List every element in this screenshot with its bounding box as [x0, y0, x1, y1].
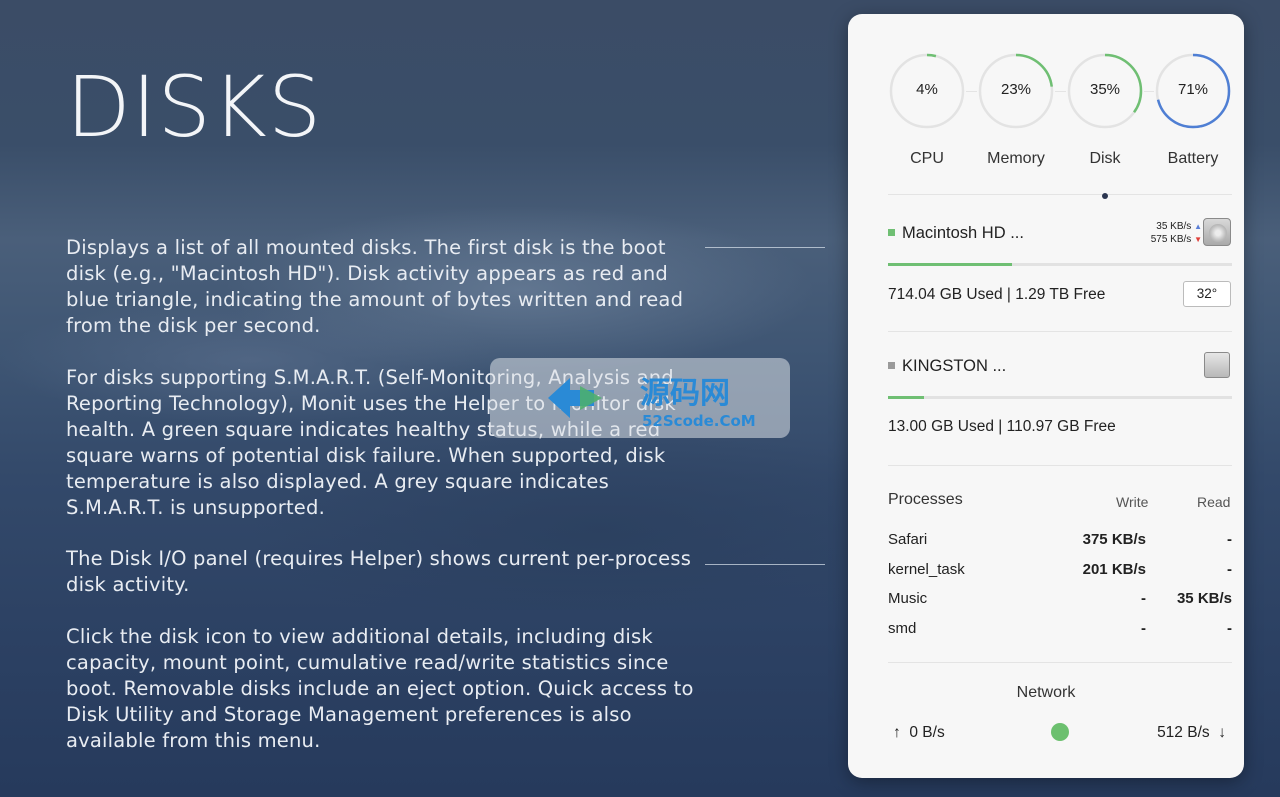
process-row: Music - 35 KB/s: [888, 590, 1232, 612]
read-rate: 35 KB/s: [1156, 221, 1192, 232]
paragraph-disk-list: Displays a list of all mounted disks. Th…: [66, 236, 684, 337]
gauge-value: 35%: [1089, 81, 1121, 98]
gauge-memory[interactable]: 23%: [977, 52, 1055, 130]
gauge-cpu[interactable]: 4%: [888, 52, 966, 130]
disk-usage-bar: [888, 263, 1232, 266]
divider: [888, 194, 1232, 195]
read-triangle-icon: ▲: [1194, 222, 1202, 231]
download-arrow-icon: ↓: [1218, 724, 1226, 741]
disk-activity: 35 KB/s ▲ 575 KB/s ▼: [1118, 220, 1202, 246]
gauge-connector: [1144, 91, 1154, 92]
callout-line: [705, 247, 825, 248]
process-name: Safari: [888, 531, 928, 548]
process-name: kernel_task: [888, 561, 965, 578]
page-indicator-dot[interactable]: [1102, 193, 1108, 199]
disk-usage-bar: [888, 396, 1232, 399]
divider: [888, 465, 1232, 466]
disk-row-macintosh-hd[interactable]: Macintosh HD ...: [888, 224, 1024, 243]
read-column-header: Read: [1197, 494, 1231, 510]
network-upload: ↑ 0 B/s: [893, 724, 945, 742]
gauge-label-battery: Battery: [1167, 150, 1219, 167]
smart-status-icon: [888, 229, 895, 236]
disk-name: Macintosh HD ...: [902, 224, 1024, 242]
disk-temperature: 32°: [1183, 281, 1231, 307]
process-write: 201 KB/s: [1082, 561, 1146, 578]
monit-panel: 4% 23% 35% 71% CPU Memory Disk Battery M…: [848, 14, 1244, 778]
upload-arrow-icon: ↑: [893, 724, 901, 741]
download-rate: 512 B/s: [1157, 724, 1210, 741]
disk-usage-text: 714.04 GB Used | 1.29 TB Free: [888, 286, 1106, 303]
gauge-disk[interactable]: 35%: [1066, 52, 1144, 130]
hard-drive-icon[interactable]: [1203, 218, 1231, 246]
gauge-connector: [1055, 91, 1066, 92]
gauge-value: 4%: [916, 81, 938, 98]
disk-usage-text: 13.00 GB Used | 110.97 GB Free: [888, 418, 1116, 435]
divider: [888, 331, 1232, 332]
gauge-connector: [966, 91, 977, 92]
watermark-text: 源码网: [640, 376, 730, 411]
watermark-logo-icon: [548, 378, 602, 418]
process-row: kernel_task 201 KB/s -: [888, 561, 1232, 583]
write-rate: 575 KB/s: [1150, 234, 1192, 245]
ssd-drive-icon[interactable]: [1204, 352, 1230, 378]
upload-rate: 0 B/s: [909, 724, 945, 741]
disk-row-kingston[interactable]: KINGSTON ...: [888, 357, 1006, 376]
watermark-url: 52Scode.CoM: [642, 412, 756, 430]
write-triangle-icon: ▼: [1194, 235, 1202, 244]
gauge-battery[interactable]: 71%: [1154, 52, 1232, 130]
disk-usage-fill: [888, 263, 1012, 266]
divider: [888, 662, 1232, 663]
process-row: smd - -: [888, 620, 1232, 642]
process-name: Music: [888, 590, 928, 607]
process-row: Safari 375 KB/s -: [888, 531, 1232, 553]
write-column-header: Write: [1116, 494, 1149, 510]
network-download: 512 B/s ↓: [1157, 724, 1226, 742]
disk-usage-fill: [888, 396, 925, 399]
process-write: -: [1141, 590, 1146, 607]
callout-line: [705, 564, 825, 565]
processes-title: Processes: [888, 491, 963, 508]
gauge-value: 23%: [1000, 81, 1032, 98]
disk-name: KINGSTON ...: [902, 357, 1007, 375]
gauge-value: 71%: [1177, 81, 1209, 98]
paragraph-disk-io: The Disk I/O panel (requires Helper) sho…: [66, 547, 692, 596]
process-read: -: [1227, 531, 1232, 548]
process-read: -: [1227, 620, 1232, 637]
paragraph-disk-icon: Click the disk icon to view additional d…: [66, 625, 694, 752]
process-read: -: [1227, 561, 1232, 578]
process-name: smd: [888, 620, 917, 637]
process-write: -: [1141, 620, 1146, 637]
network-title: Network: [1016, 684, 1076, 701]
network-status-icon: [1051, 723, 1069, 741]
page-title: DISKS: [66, 58, 323, 156]
process-read: 35 KB/s: [1176, 590, 1232, 607]
process-write: 375 KB/s: [1082, 531, 1146, 548]
smart-status-icon: [888, 362, 895, 369]
